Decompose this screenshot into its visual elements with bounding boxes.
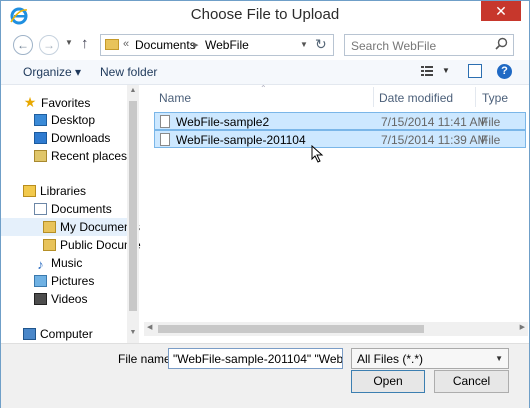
dialog-footer: File name: "WebFile-sample-201104" "WebF… bbox=[1, 343, 529, 408]
dialog-title: Choose File to Upload bbox=[190, 6, 340, 23]
libraries-icon bbox=[23, 185, 36, 197]
navigation-scrollbar[interactable]: ▲ ▼ bbox=[127, 85, 139, 343]
videos-icon bbox=[34, 293, 47, 305]
file-icon bbox=[160, 115, 170, 128]
scroll-right-icon[interactable]: ▶ bbox=[520, 323, 525, 331]
sidebar-item-music[interactable]: ♪ Music bbox=[34, 254, 82, 272]
forward-button[interactable]: → bbox=[39, 35, 59, 55]
new-folder-button[interactable]: New folder bbox=[100, 65, 157, 79]
column-header-name[interactable]: Name bbox=[159, 91, 191, 105]
file-date: 7/15/2014 11:41 AM bbox=[381, 115, 488, 129]
mouse-cursor-icon bbox=[311, 145, 324, 163]
navigation-bar: ← → ▼ ↑ « Documents ▸ WebFile ▼ ↻ Search… bbox=[1, 31, 529, 59]
file-name-field[interactable]: "WebFile-sample-201104" "WebFile-sample2… bbox=[168, 348, 343, 369]
sidebar-item-libraries[interactable]: Libraries bbox=[23, 182, 86, 200]
help-icon[interactable]: ? bbox=[497, 64, 512, 79]
star-icon: ★ bbox=[23, 94, 37, 110]
cancel-button[interactable]: Cancel bbox=[434, 370, 509, 393]
music-icon: ♪ bbox=[37, 257, 44, 272]
address-dropdown-icon[interactable]: ▼ bbox=[300, 40, 308, 49]
folder-icon bbox=[105, 39, 119, 50]
file-name: WebFile-sample-201104 bbox=[176, 133, 306, 147]
breadcrumb-separator: ▸ bbox=[193, 39, 199, 51]
sidebar-item-desktop[interactable]: Desktop bbox=[34, 111, 95, 129]
view-dropdown-icon[interactable]: ▼ bbox=[442, 66, 450, 75]
file-row[interactable]: WebFile-sample2 7/15/2014 11:41 AM File bbox=[154, 112, 526, 130]
file-name-label: File name: bbox=[118, 352, 175, 366]
breadcrumb-documents[interactable]: Documents bbox=[135, 38, 196, 52]
file-date: 7/15/2014 11:39 AM bbox=[381, 133, 488, 147]
sidebar-item-downloads[interactable]: Downloads bbox=[34, 129, 110, 147]
search-placeholder: Search WebFile bbox=[351, 39, 437, 53]
computer-icon bbox=[23, 328, 36, 340]
scroll-up-icon[interactable]: ▲ bbox=[127, 87, 139, 94]
file-type: File bbox=[481, 115, 501, 129]
scroll-left-icon[interactable]: ◀ bbox=[147, 323, 152, 331]
folder-icon bbox=[43, 221, 56, 233]
folder-icon bbox=[43, 239, 56, 251]
scroll-down-icon[interactable]: ▼ bbox=[127, 329, 139, 336]
sidebar-item-recent-places[interactable]: Recent places bbox=[34, 147, 127, 165]
command-bar: Organize ▾ New folder ▼ ? bbox=[1, 60, 529, 85]
preview-pane-icon[interactable] bbox=[468, 64, 482, 78]
file-type: File bbox=[481, 133, 501, 147]
file-name-value: "WebFile-sample-201104" "WebFile-sample2… bbox=[173, 352, 343, 366]
view-options-icon[interactable] bbox=[421, 65, 433, 77]
sort-ascending-icon: ⌃ bbox=[260, 84, 267, 93]
file-type-value: All Files (*.*) bbox=[357, 352, 424, 366]
organize-menu[interactable]: Organize ▾ bbox=[23, 65, 81, 79]
sidebar-item-videos[interactable]: Videos bbox=[34, 290, 87, 308]
sidebar-item-documents[interactable]: Documents bbox=[34, 200, 112, 218]
navigation-pane: ★ Favorites Desktop Downloads Recent plac… bbox=[1, 85, 141, 343]
refresh-icon[interactable]: ↻ bbox=[315, 36, 327, 53]
search-box[interactable]: Search WebFile bbox=[344, 34, 514, 56]
scroll-thumb[interactable] bbox=[158, 325, 424, 333]
scroll-thumb[interactable] bbox=[129, 101, 137, 311]
sidebar-item-my-documents[interactable]: My Documents bbox=[1, 218, 140, 236]
file-dialog: Choose File to Upload ✕ ← → ▼ ↑ « Docume… bbox=[0, 0, 530, 408]
column-divider[interactable] bbox=[373, 87, 374, 107]
recent-locations-dropdown[interactable]: ▼ bbox=[65, 38, 73, 47]
sidebar-item-pictures[interactable]: Pictures bbox=[34, 272, 94, 290]
sidebar-item-computer[interactable]: Computer bbox=[23, 325, 93, 343]
file-type-filter[interactable]: All Files (*.*) ▼ bbox=[351, 348, 509, 369]
sidebar-item-favorites[interactable]: ★ Favorites bbox=[23, 93, 91, 111]
recent-places-icon bbox=[34, 150, 47, 162]
file-row[interactable]: WebFile-sample-201104 7/15/2014 11:39 AM… bbox=[154, 130, 526, 148]
close-button[interactable]: ✕ bbox=[481, 1, 521, 21]
breadcrumb-overflow[interactable]: « bbox=[123, 38, 129, 50]
file-icon bbox=[160, 133, 170, 146]
file-name: WebFile-sample2 bbox=[176, 115, 270, 129]
open-button[interactable]: Open bbox=[351, 370, 425, 393]
search-icon[interactable] bbox=[495, 37, 508, 50]
horizontal-scrollbar[interactable]: ◀ ▶ bbox=[144, 322, 528, 336]
file-list: ⌃ Name Date modified Type WebFile-sample… bbox=[144, 84, 528, 343]
breadcrumb-webfile[interactable]: WebFile bbox=[205, 38, 249, 52]
up-button[interactable]: ↑ bbox=[81, 35, 89, 52]
column-divider[interactable] bbox=[475, 87, 476, 107]
documents-icon bbox=[34, 203, 47, 215]
title-bar: Choose File to Upload ✕ bbox=[1, 1, 529, 31]
column-header-type[interactable]: Type bbox=[482, 91, 508, 105]
address-bar[interactable]: « Documents ▸ WebFile ▼ ↻ bbox=[100, 34, 334, 56]
column-header-date[interactable]: Date modified bbox=[379, 91, 453, 105]
desktop-icon bbox=[34, 114, 47, 126]
pictures-icon bbox=[34, 275, 47, 287]
chevron-down-icon: ▼ bbox=[495, 354, 503, 363]
back-button[interactable]: ← bbox=[13, 35, 33, 55]
downloads-icon bbox=[34, 132, 47, 144]
